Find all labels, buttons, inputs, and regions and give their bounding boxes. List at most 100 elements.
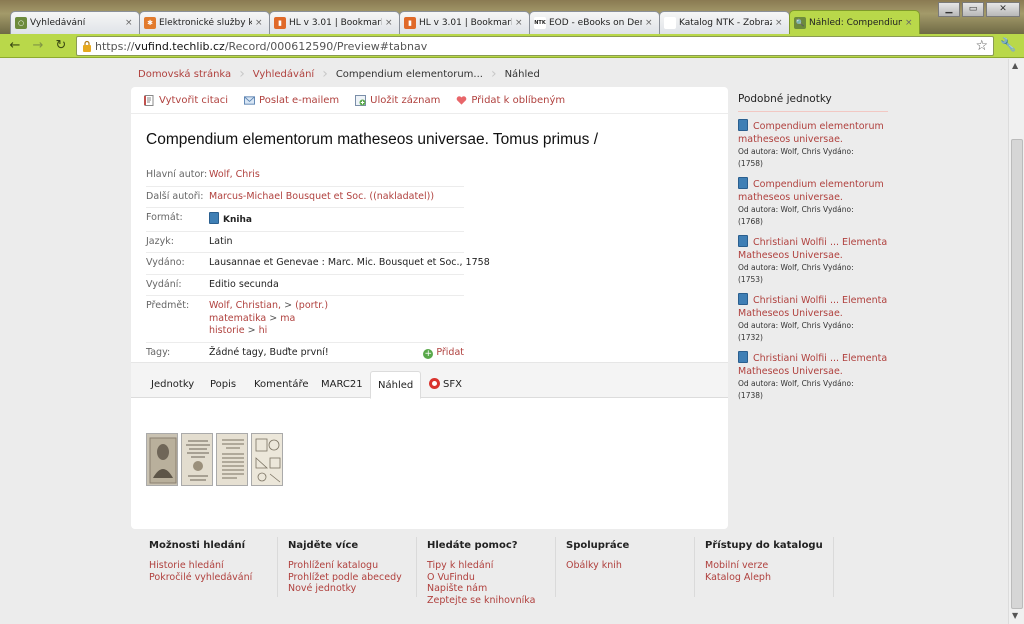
browser-tab[interactable]: ▮HL v 3.01 | Bookmark | J×: [399, 11, 530, 34]
similar-item-author: Od autora: Wolf, Chris Vydáno:: [738, 263, 854, 272]
main-author-link[interactable]: Wolf, Chris: [209, 169, 260, 180]
page-thumbnail-title[interactable]: [181, 433, 213, 486]
footer-link[interactable]: Tipy k hledání: [427, 560, 555, 572]
similar-item-author: Od autora: Wolf, Chris Vydáno:: [738, 147, 854, 156]
tab-preview[interactable]: Náhled: [370, 371, 422, 399]
add-tag-button[interactable]: + Přidat: [423, 347, 464, 360]
page-thumbnail-plate[interactable]: [251, 433, 283, 486]
favicon-icon: NTK: [534, 17, 546, 29]
book-icon: [738, 351, 748, 363]
tab-holdings[interactable]: Jednotky: [144, 371, 201, 399]
address-bar[interactable]: https://vufind.techlib.cz/Record/0006125…: [76, 36, 994, 56]
footer-link[interactable]: Obálky knih: [566, 560, 694, 572]
close-tab-icon[interactable]: ×: [125, 18, 135, 28]
footer-link[interactable]: Zeptejte se knihovníka: [427, 595, 555, 607]
detail-row-other-authors: Další autoři: Marcus-Michael Bousquet et…: [146, 187, 464, 208]
lock-icon: [83, 40, 91, 52]
close-tab-icon[interactable]: ×: [775, 18, 785, 28]
similar-item-title[interactable]: Compendium elementorum matheseos univers…: [738, 121, 884, 145]
url-text: https://vufind.techlib.cz/Record/0006125…: [95, 40, 428, 53]
tab-sfx[interactable]: SFX: [422, 371, 469, 399]
tab-comments[interactable]: Komentáře: [247, 371, 316, 399]
similar-item: Christiani Wolfii ... Elementa Matheseos…: [738, 235, 888, 286]
scroll-up-icon[interactable]: ▲: [1012, 61, 1018, 70]
page-thumbnail-text[interactable]: [216, 433, 248, 486]
browser-tab[interactable]: ✱Elektronické služby knih×: [139, 11, 270, 34]
minimize-button[interactable]: ▁: [938, 2, 960, 17]
similar-item: Christiani Wolfii ... Elementa Matheseos…: [738, 351, 888, 402]
subject-link[interactable]: hi: [259, 325, 268, 336]
detail-label: Vydání:: [146, 278, 182, 290]
close-tab-icon[interactable]: ×: [515, 18, 525, 28]
tags-value: Žádné tagy, Buďte první!: [209, 346, 329, 358]
close-tab-icon[interactable]: ×: [905, 18, 915, 28]
similar-item-title[interactable]: Christiani Wolfii ... Elementa Matheseos…: [738, 353, 887, 377]
browser-tab[interactable]: ○ Vyhledávání ×: [10, 11, 140, 34]
other-authors-link[interactable]: Marcus-Michael Bousquet et Soc. ((naklad…: [209, 191, 434, 202]
browser-tab-label: Elektronické služby knih: [159, 18, 252, 28]
subject-link[interactable]: ma: [280, 313, 295, 324]
close-tab-icon[interactable]: ×: [255, 18, 265, 28]
breadcrumb-home[interactable]: Domovská stránka: [130, 69, 239, 80]
similar-items-sidebar: Podobné jednotky Compendium elementorum …: [738, 93, 888, 402]
detail-label: Jazyk:: [146, 235, 174, 247]
footer-link[interactable]: Napište nám: [427, 583, 555, 595]
footer-link[interactable]: Nové jednotky: [288, 583, 416, 595]
favicon-icon: 🔍: [794, 16, 806, 29]
footer-link[interactable]: Katalog Aleph: [705, 572, 833, 584]
save-record-button[interactable]: Uložit záznam: [355, 95, 440, 106]
similar-item-title[interactable]: Compendium elementorum matheseos univers…: [738, 179, 884, 203]
subject-arrow: >: [284, 300, 293, 311]
similar-item-title[interactable]: Christiani Wolfii ... Elementa Matheseos…: [738, 295, 887, 319]
book-icon: [738, 177, 748, 189]
browser-tab[interactable]: Katalog NTK - Zobrazení×: [659, 11, 790, 34]
email-icon: [244, 96, 256, 105]
close-window-button[interactable]: ✕: [986, 2, 1020, 17]
bookmark-star-icon[interactable]: ☆: [975, 38, 988, 54]
breadcrumb-search[interactable]: Vyhledávání: [245, 69, 322, 80]
browser-tab[interactable]: 🔍Náhled: Compendium ele×: [789, 10, 920, 34]
close-tab-icon[interactable]: ×: [385, 18, 395, 28]
footer-col-help: Hledáte pomoc? Tipy k hledání O VuFindu Nap…: [416, 537, 556, 606]
scrollbar-thumb[interactable]: [1011, 139, 1023, 609]
similar-items-heading: Podobné jednotky: [738, 93, 888, 112]
page-thumbnail-portrait[interactable]: [146, 433, 178, 486]
similar-item-year: (1758): [738, 159, 763, 168]
cite-button[interactable]: Vytvořit citaci: [144, 95, 228, 106]
similar-item-author: Od autora: Wolf, Chris Vydáno:: [738, 379, 854, 388]
wrench-menu-icon[interactable]: 🔧: [1000, 38, 1016, 53]
favorite-label: Přidat k oblíbeným: [471, 95, 566, 106]
close-tab-icon[interactable]: ×: [645, 18, 655, 28]
email-label: Poslat e-mailem: [259, 95, 340, 106]
footer-link[interactable]: O VuFindu: [427, 572, 555, 584]
back-button[interactable]: ←: [6, 37, 24, 55]
reload-button[interactable]: ↻: [52, 37, 70, 55]
detail-row-published: Vydáno: Lausannae et Genevae : Marc. Mic…: [146, 253, 490, 275]
similar-item-title[interactable]: Christiani Wolfii ... Elementa Matheseos…: [738, 237, 887, 261]
format-value: Kniha: [223, 215, 252, 225]
footer-link[interactable]: Prohlížení katalogu: [288, 560, 416, 572]
similar-item-year: (1738): [738, 391, 763, 400]
tab-marc21[interactable]: MARC21: [314, 371, 370, 399]
subject-link[interactable]: (portr.): [295, 300, 328, 311]
footer-link[interactable]: Prohlížet podle abecedy: [288, 572, 416, 584]
email-button[interactable]: Poslat e-mailem: [244, 95, 339, 106]
record-panel: Vytvořit citaci Poslat e-mailem Uložit z…: [131, 87, 728, 529]
cite-label: Vytvořit citaci: [159, 95, 229, 106]
footer-link[interactable]: Mobilní verze: [705, 560, 833, 572]
record-details: Hlavní autor: Wolf, Chris Další autoři: …: [146, 165, 490, 363]
maximize-button[interactable]: ▭: [962, 2, 984, 17]
footer-link[interactable]: Historie hledání: [149, 560, 277, 572]
tab-description[interactable]: Popis: [203, 371, 243, 399]
subject-link[interactable]: historie: [209, 325, 245, 336]
browser-tab[interactable]: ▮HL v 3.01 | Bookmark | J×: [269, 11, 400, 34]
browser-tab[interactable]: NTKEOD - eBooks on Deman×: [529, 11, 660, 34]
subject-link[interactable]: matematika: [209, 313, 266, 324]
subject-link[interactable]: Wolf, Christian,: [209, 300, 281, 311]
add-favorite-button[interactable]: Přidat k oblíbeným: [456, 95, 565, 106]
breadcrumb-record[interactable]: Compendium elementorum...: [328, 69, 491, 80]
vertical-scrollbar[interactable]: ▲ ▼: [1008, 59, 1024, 624]
forward-button[interactable]: →: [29, 37, 47, 55]
scroll-down-icon[interactable]: ▼: [1012, 611, 1018, 620]
footer-link[interactable]: Pokročilé vyhledávání: [149, 572, 277, 584]
